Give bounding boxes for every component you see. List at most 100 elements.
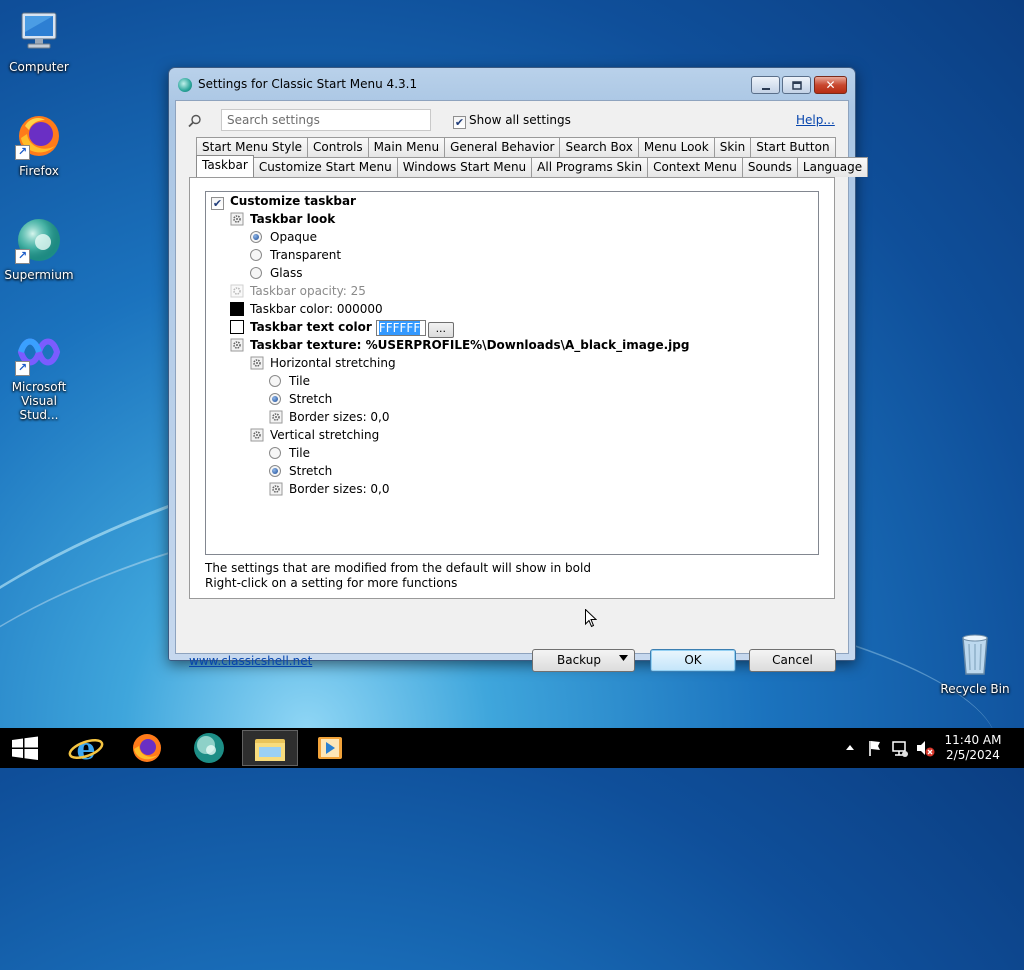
help-link[interactable]: Help... <box>796 113 835 127</box>
transparent-radio[interactable] <box>250 249 262 261</box>
settings-client-area: ✔Show all settings Help... Start Menu St… <box>175 100 869 672</box>
taskbar-opacity-row[interactable]: Taskbar opacity: 25 <box>230 282 366 300</box>
desktop-icon-label: Computer <box>9 60 69 74</box>
windows-logo-icon <box>12 736 38 760</box>
vertical-stretch-label: Stretch <box>289 464 333 478</box>
tab-sounds[interactable]: Sounds <box>741 157 798 177</box>
desktop-icon-computer[interactable]: Computer <box>1 8 77 74</box>
show-all-settings-check[interactable]: ✔ <box>453 116 466 129</box>
taskbar-file-explorer[interactable] <box>242 730 298 766</box>
vertical-border-row[interactable]: Border sizes: 0,0 <box>269 480 390 498</box>
desktop-icon-recycle-bin[interactable]: Recycle Bin <box>937 630 1013 696</box>
taskbar-text-color-input[interactable]: FFFFFF <box>375 320 426 336</box>
taskbar-tab-panel: ✔ Customize taskbar Taskbar look Opaque T… <box>189 177 835 599</box>
horizontal-stretching-label: Horizontal stretching <box>270 356 396 370</box>
horizontal-border-row[interactable]: Border sizes: 0,0 <box>269 408 390 426</box>
action-center-flag-icon[interactable] <box>866 728 884 768</box>
volume-muted-icon[interactable] <box>914 728 936 768</box>
shortcut-arrow-icon: ↗ <box>15 249 30 264</box>
horizontal-tile-radio[interactable] <box>269 375 281 387</box>
taskbar-text-color-row[interactable]: Taskbar text color FFFFFF... <box>230 318 454 338</box>
start-button[interactable] <box>0 728 50 768</box>
desktop-icon-visual-studio[interactable]: ↗ Microsoft Visual Stud... <box>1 328 77 422</box>
tab-windows-start-menu[interactable]: Windows Start Menu <box>396 157 533 177</box>
transparent-label: Transparent <box>270 248 342 262</box>
taskbar: e 11:40 AM 2/5/2024 <box>0 728 1024 768</box>
glass-radio[interactable] <box>250 267 262 279</box>
tab-taskbar[interactable]: Taskbar <box>196 155 254 177</box>
tab-general-behavior[interactable]: General Behavior <box>444 137 561 157</box>
customize-taskbar-row[interactable]: ✔ Customize taskbar <box>211 192 356 210</box>
horizontal-stretch-option[interactable]: Stretch <box>269 390 332 408</box>
minimize-icon <box>761 88 770 90</box>
maximize-icon <box>791 81 802 90</box>
tabs-row-2: Taskbar Customize Start Menu Windows Sta… <box>196 155 869 177</box>
gear-icon <box>230 338 244 352</box>
minimize-button[interactable] <box>751 76 780 94</box>
show-all-settings-checkbox[interactable]: ✔ Show all settings <box>453 113 571 129</box>
tray-overflow-chevron-icon[interactable] <box>842 728 858 768</box>
firefox-icon: ↗ <box>15 112 63 160</box>
horizontal-stretch-radio[interactable] <box>269 393 281 405</box>
taskbar-firefox[interactable] <box>119 730 175 766</box>
horizontal-border-label: Border sizes: 0,0 <box>289 410 390 424</box>
settings-tree[interactable]: ✔ Customize taskbar Taskbar look Opaque T… <box>205 191 819 555</box>
desktop-icon-supermium[interactable]: ↗ Supermium <box>1 216 77 282</box>
taskbar-color-row[interactable]: Taskbar color: 000000 <box>230 300 383 318</box>
taskbar-texture-row[interactable]: Taskbar texture: %USERPROFILE%\Downloads… <box>230 336 689 354</box>
horizontal-stretching-row[interactable]: Horizontal stretching <box>250 354 396 372</box>
taskbar-text-color-swatch <box>230 320 244 334</box>
taskbar-opacity-label: Taskbar opacity: 25 <box>250 284 366 298</box>
glass-option[interactable]: Glass <box>250 264 303 282</box>
vertical-stretch-option[interactable]: Stretch <box>269 462 332 480</box>
cancel-button[interactable]: Cancel <box>749 649 836 672</box>
vertical-stretch-radio[interactable] <box>269 465 281 477</box>
vertical-tile-option[interactable]: Tile <box>269 444 310 462</box>
dropdown-arrow-icon <box>619 650 628 671</box>
tab-controls[interactable]: Controls <box>307 137 369 157</box>
taskbar-internet-explorer[interactable]: e <box>58 730 114 767</box>
tab-all-programs-skin[interactable]: All Programs Skin <box>531 157 649 177</box>
tab-skin[interactable]: Skin <box>713 137 752 157</box>
taskbar-look-row[interactable]: Taskbar look <box>230 210 335 228</box>
taskbar-media-player[interactable] <box>303 730 359 766</box>
tab-menu-look[interactable]: Menu Look <box>637 137 715 157</box>
gear-icon <box>230 284 244 298</box>
maximize-button[interactable] <box>782 76 811 94</box>
window-titlebar[interactable]: Settings for Classic Start Menu 4.3.1 ✕ <box>169 68 855 100</box>
info-text: The settings that are modified from the … <box>205 561 591 591</box>
taskbar-color-label: Taskbar color: 000000 <box>250 302 383 316</box>
tab-language[interactable]: Language <box>796 157 869 177</box>
close-button[interactable]: ✕ <box>814 76 847 94</box>
taskbar-clock[interactable]: 11:40 AM 2/5/2024 <box>936 733 1010 763</box>
tab-customize-start-menu[interactable]: Customize Start Menu <box>252 157 398 177</box>
clock-time: 11:40 AM <box>944 733 1002 747</box>
network-icon[interactable] <box>890 728 910 768</box>
tab-start-menu-style[interactable]: Start Menu Style <box>196 137 309 157</box>
opaque-radio[interactable] <box>250 231 262 243</box>
desktop-icon-firefox[interactable]: ↗ Firefox <box>1 112 77 178</box>
desktop-icon-label: Recycle Bin <box>940 682 1010 696</box>
search-settings-input[interactable] <box>221 109 431 131</box>
close-icon: ✕ <box>825 78 836 92</box>
taskbar-supermium[interactable] <box>181 730 237 766</box>
vertical-stretching-label: Vertical stretching <box>270 428 380 442</box>
vertical-border-label: Border sizes: 0,0 <box>289 482 390 496</box>
vertical-tile-radio[interactable] <box>269 447 281 459</box>
tab-context-menu[interactable]: Context Menu <box>647 157 743 177</box>
vertical-stretching-row[interactable]: Vertical stretching <box>250 426 379 444</box>
classicshell-website-link[interactable]: www.classicshell.net <box>189 654 312 668</box>
opaque-option[interactable]: Opaque <box>250 228 317 246</box>
horizontal-tile-option[interactable]: Tile <box>269 372 310 390</box>
backup-button[interactable]: Backup <box>532 649 635 672</box>
transparent-option[interactable]: Transparent <box>250 246 341 264</box>
tab-search-box[interactable]: Search Box <box>559 137 639 157</box>
ok-button[interactable]: OK <box>650 649 736 672</box>
tab-main-menu[interactable]: Main Menu <box>367 137 446 157</box>
customize-taskbar-checkbox[interactable]: ✔ <box>211 197 224 210</box>
supermium-icon: ↗ <box>15 216 63 264</box>
tab-start-button[interactable]: Start Button <box>750 137 836 157</box>
settings-window: Settings for Classic Start Menu 4.3.1 ✕ … <box>168 67 869 672</box>
desktop-icon-label: Supermium <box>4 268 74 282</box>
gear-icon <box>230 212 244 226</box>
